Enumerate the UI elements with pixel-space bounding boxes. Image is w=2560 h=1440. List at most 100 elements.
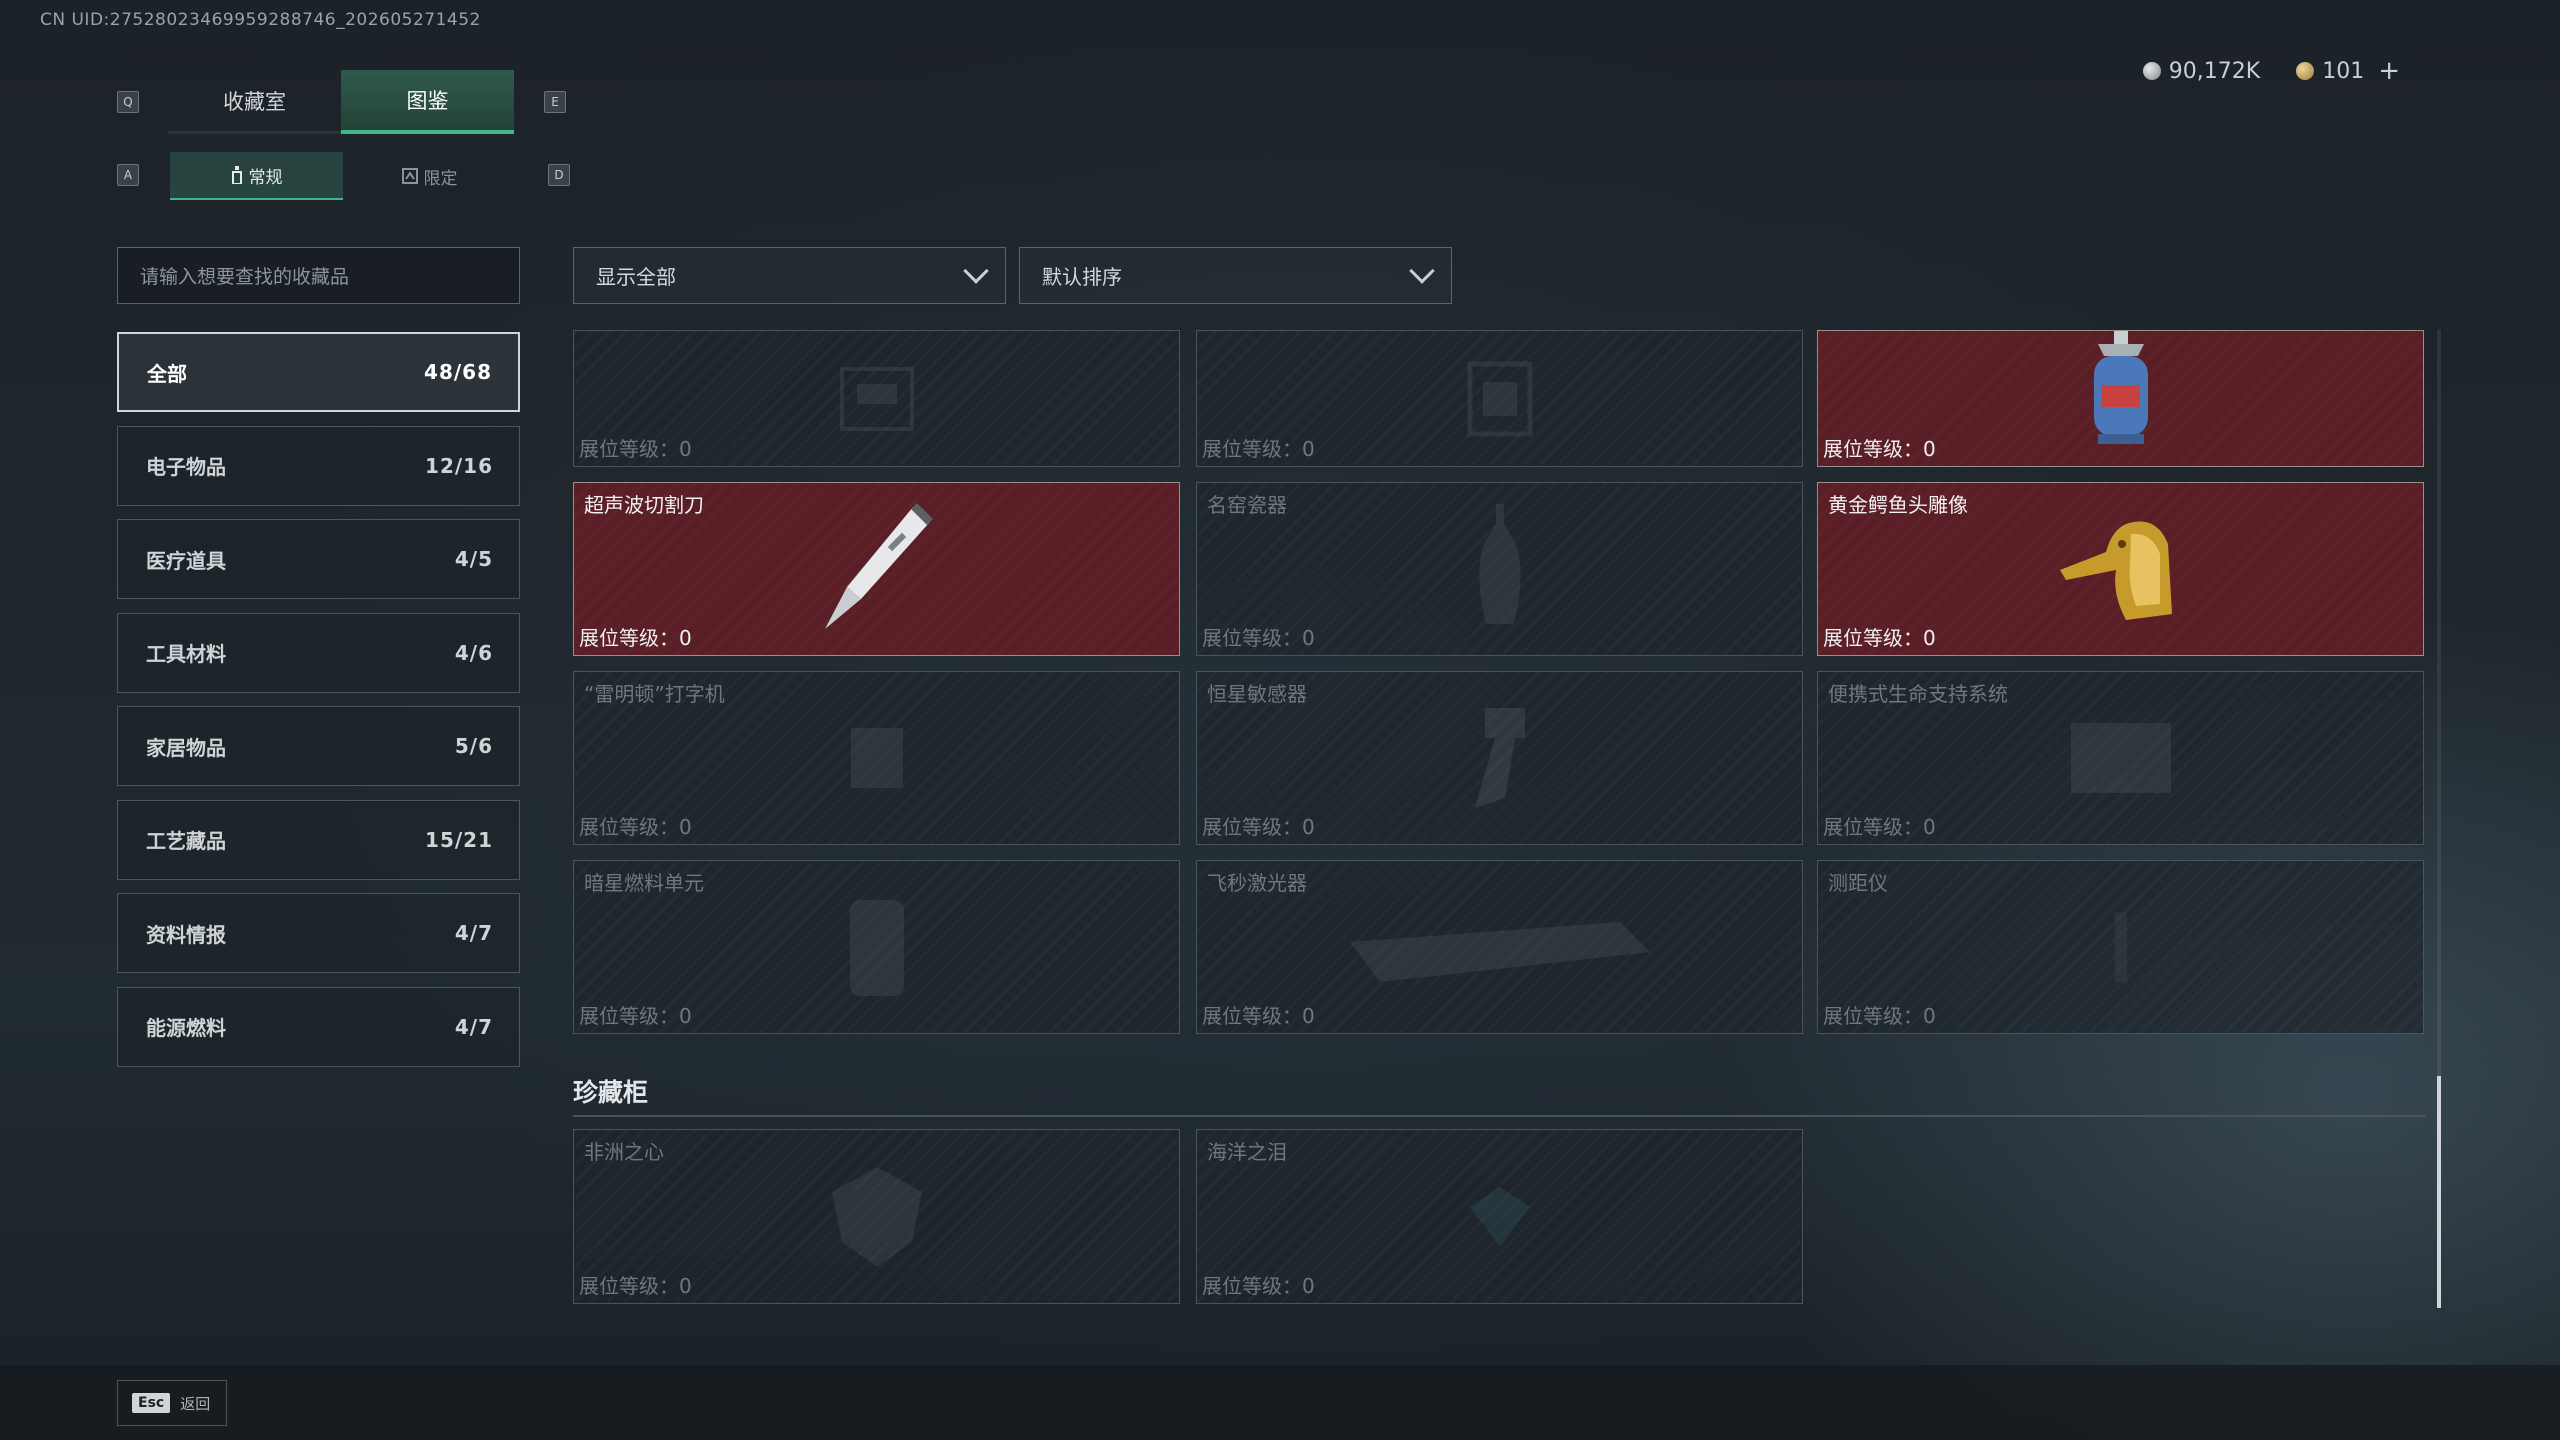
- display-level: 展位等级：0: [1823, 626, 1936, 650]
- category-crafts[interactable]: 工艺藏品 15/21: [117, 799, 520, 880]
- item-name: 超声波切割刀: [584, 493, 704, 517]
- device-icon: [839, 366, 914, 431]
- category-label: 工艺藏品: [146, 829, 226, 853]
- item-name: 海洋之泪: [1207, 1140, 1287, 1164]
- silver-coin-icon: [2142, 62, 2161, 80]
- vase-icon: [1478, 504, 1521, 624]
- tab-catalog[interactable]: 图鉴: [341, 70, 514, 134]
- key-hint-prev-tab[interactable]: Q: [117, 91, 139, 113]
- gold-balance: 101 +: [2296, 56, 2400, 86]
- golden-crocodile-icon: [2059, 521, 2172, 620]
- tab-collection-room[interactable]: 收藏室: [168, 70, 341, 134]
- currency-bar: 90,172K 101 +: [2142, 56, 2400, 86]
- category-intel[interactable]: 资料情报 4/7: [117, 893, 520, 973]
- chevron-down-icon: [1409, 257, 1435, 284]
- category-electronics[interactable]: 电子物品 12/16: [117, 425, 520, 506]
- back-label: 返回: [180, 1394, 211, 1413]
- item-name: “雷明顿”打字机: [584, 682, 725, 706]
- item-card-star-sensor[interactable]: 恒星敏感器 展位等级：0: [1196, 671, 1803, 845]
- item-card-life-support[interactable]: 便携式生命支持系统 展位等级：0: [1817, 671, 2424, 845]
- item-card-heart-of-africa[interactable]: 非洲之心 展位等级：0: [573, 1129, 1180, 1304]
- category-label: 全部: [147, 361, 187, 386]
- subtab-regular[interactable]: 常规: [170, 152, 343, 200]
- life-support-icon: [2070, 723, 2171, 793]
- ultrasonic-knife-icon: [824, 503, 933, 629]
- category-count: 4/5: [454, 547, 493, 571]
- section-divider: [573, 1115, 2426, 1117]
- display-level: 展位等级：0: [579, 437, 692, 461]
- item-name: 黄金鳄鱼头雕像: [1828, 493, 1968, 517]
- back-button[interactable]: Esc 返回: [117, 1380, 227, 1426]
- display-level: 展位等级：0: [1823, 437, 1936, 461]
- gold-coin-icon: [2296, 62, 2315, 80]
- bottle-icon: [231, 166, 242, 184]
- category-energy[interactable]: 能源燃料 4/7: [117, 986, 520, 1067]
- item-name: 恒星敏感器: [1207, 682, 1307, 706]
- sort-value: 默认排序: [1042, 265, 1122, 289]
- subtab-limited[interactable]: 限定: [343, 152, 516, 200]
- item-card-tear-of-ocean[interactable]: 海洋之泪 展位等级：0: [1196, 1129, 1803, 1304]
- search-input[interactable]: 请输入想要查找的收藏品: [117, 247, 520, 304]
- scrollbar-thumb[interactable]: [2437, 1076, 2441, 1308]
- category-count: 4/6: [454, 640, 493, 665]
- category-count: 12/16: [425, 453, 493, 478]
- item-card-golden-crocodile[interactable]: 黄金鳄鱼头雕像 展位等级：0: [1817, 482, 2424, 656]
- display-level: 展位等级：0: [1823, 815, 1936, 839]
- category-label: 医疗道具: [146, 548, 226, 573]
- category-count: 4/7: [454, 1014, 493, 1039]
- box-icon: [1467, 361, 1532, 436]
- category-all[interactable]: 全部 48/68: [117, 332, 520, 412]
- display-level: 展位等级：0: [1202, 1004, 1315, 1028]
- display-level: 展位等级：0: [1823, 1004, 1936, 1028]
- sub-tabs: 常规 限定: [170, 152, 516, 200]
- uid-label: CN UID:2752802346995928874​6_20260527145…: [40, 10, 481, 30]
- display-level: 展位等级：0: [579, 1004, 692, 1028]
- category-count: 4/7: [454, 921, 493, 945]
- subtab-limited-label: 限定: [423, 168, 458, 189]
- key-hint-prev-sub[interactable]: A: [117, 164, 139, 186]
- category-list: 全部 48/68 电子物品 12/16 医疗道具 4/5 工具材料 4/6 家居物品 5/…: [117, 332, 520, 1080]
- limited-icon: [401, 168, 418, 184]
- item-name: 非洲之心: [584, 1140, 664, 1164]
- item-card-femtosecond-laser[interactable]: 飞秒激光器 展位等级：0: [1196, 860, 1803, 1034]
- item-card[interactable]: 展位等级：0: [1196, 330, 1803, 467]
- item-card-porcelain[interactable]: 名窑瓷器 展位等级：0: [1196, 482, 1803, 656]
- sort-dropdown[interactable]: 默认排序: [1019, 247, 1452, 304]
- category-count: 15/21: [425, 827, 493, 852]
- category-label: 电子物品: [146, 455, 226, 479]
- fuel-cell-icon: [849, 900, 904, 996]
- category-count: 5/6: [454, 734, 493, 758]
- category-label: 家居物品: [146, 735, 226, 760]
- item-card-rangefinder[interactable]: 测距仪 展位等级：0: [1817, 860, 2424, 1034]
- display-level: 展位等级：0: [579, 626, 692, 650]
- item-card[interactable]: 展位等级：0: [573, 330, 1180, 467]
- display-level: 展位等级：0: [579, 815, 692, 839]
- display-level: 展位等级：0: [1202, 1274, 1315, 1298]
- laser-icon: [1349, 922, 1650, 982]
- item-card-typewriter[interactable]: “雷明顿”打字机 展位等级：0: [573, 671, 1180, 845]
- item-name: 测距仪: [1828, 871, 1888, 895]
- typewriter-icon: [850, 728, 903, 788]
- category-medical[interactable]: 医疗道具 4/5: [117, 519, 520, 599]
- item-name: 飞秒激光器: [1207, 871, 1307, 895]
- filter-dropdown[interactable]: 显示全部: [573, 247, 1006, 304]
- esc-key-icon: Esc: [132, 1393, 171, 1413]
- key-hint-next-tab[interactable]: E: [544, 91, 566, 113]
- category-household[interactable]: 家居物品 5/6: [117, 706, 520, 786]
- main-tabs: 收藏室 图鉴: [168, 70, 514, 134]
- category-label: 能源燃料: [146, 1016, 226, 1040]
- display-level: 展位等级：0: [1202, 437, 1315, 461]
- item-name: 暗星燃料单元: [584, 871, 704, 895]
- item-card-ultrasonic-knife[interactable]: 超声波切割刀 展位等级：0: [573, 482, 1180, 656]
- key-hint-next-sub[interactable]: D: [548, 164, 570, 186]
- star-sensor-icon: [1474, 708, 1525, 808]
- gem-icon: [1469, 1186, 1530, 1247]
- category-tools[interactable]: 工具材料 4/6: [117, 612, 520, 693]
- item-card-gas-canister[interactable]: 展位等级：0: [1817, 330, 2424, 467]
- gas-canister-icon: [2093, 331, 2148, 445]
- rangefinder-icon: [2114, 912, 2127, 982]
- add-currency-button[interactable]: +: [2378, 56, 2400, 86]
- filter-value: 显示全部: [596, 265, 676, 289]
- section-title-treasure: 珍藏柜: [573, 1078, 649, 1107]
- item-card-fuel-cell[interactable]: 暗星燃料单元 展位等级：0: [573, 860, 1180, 1034]
